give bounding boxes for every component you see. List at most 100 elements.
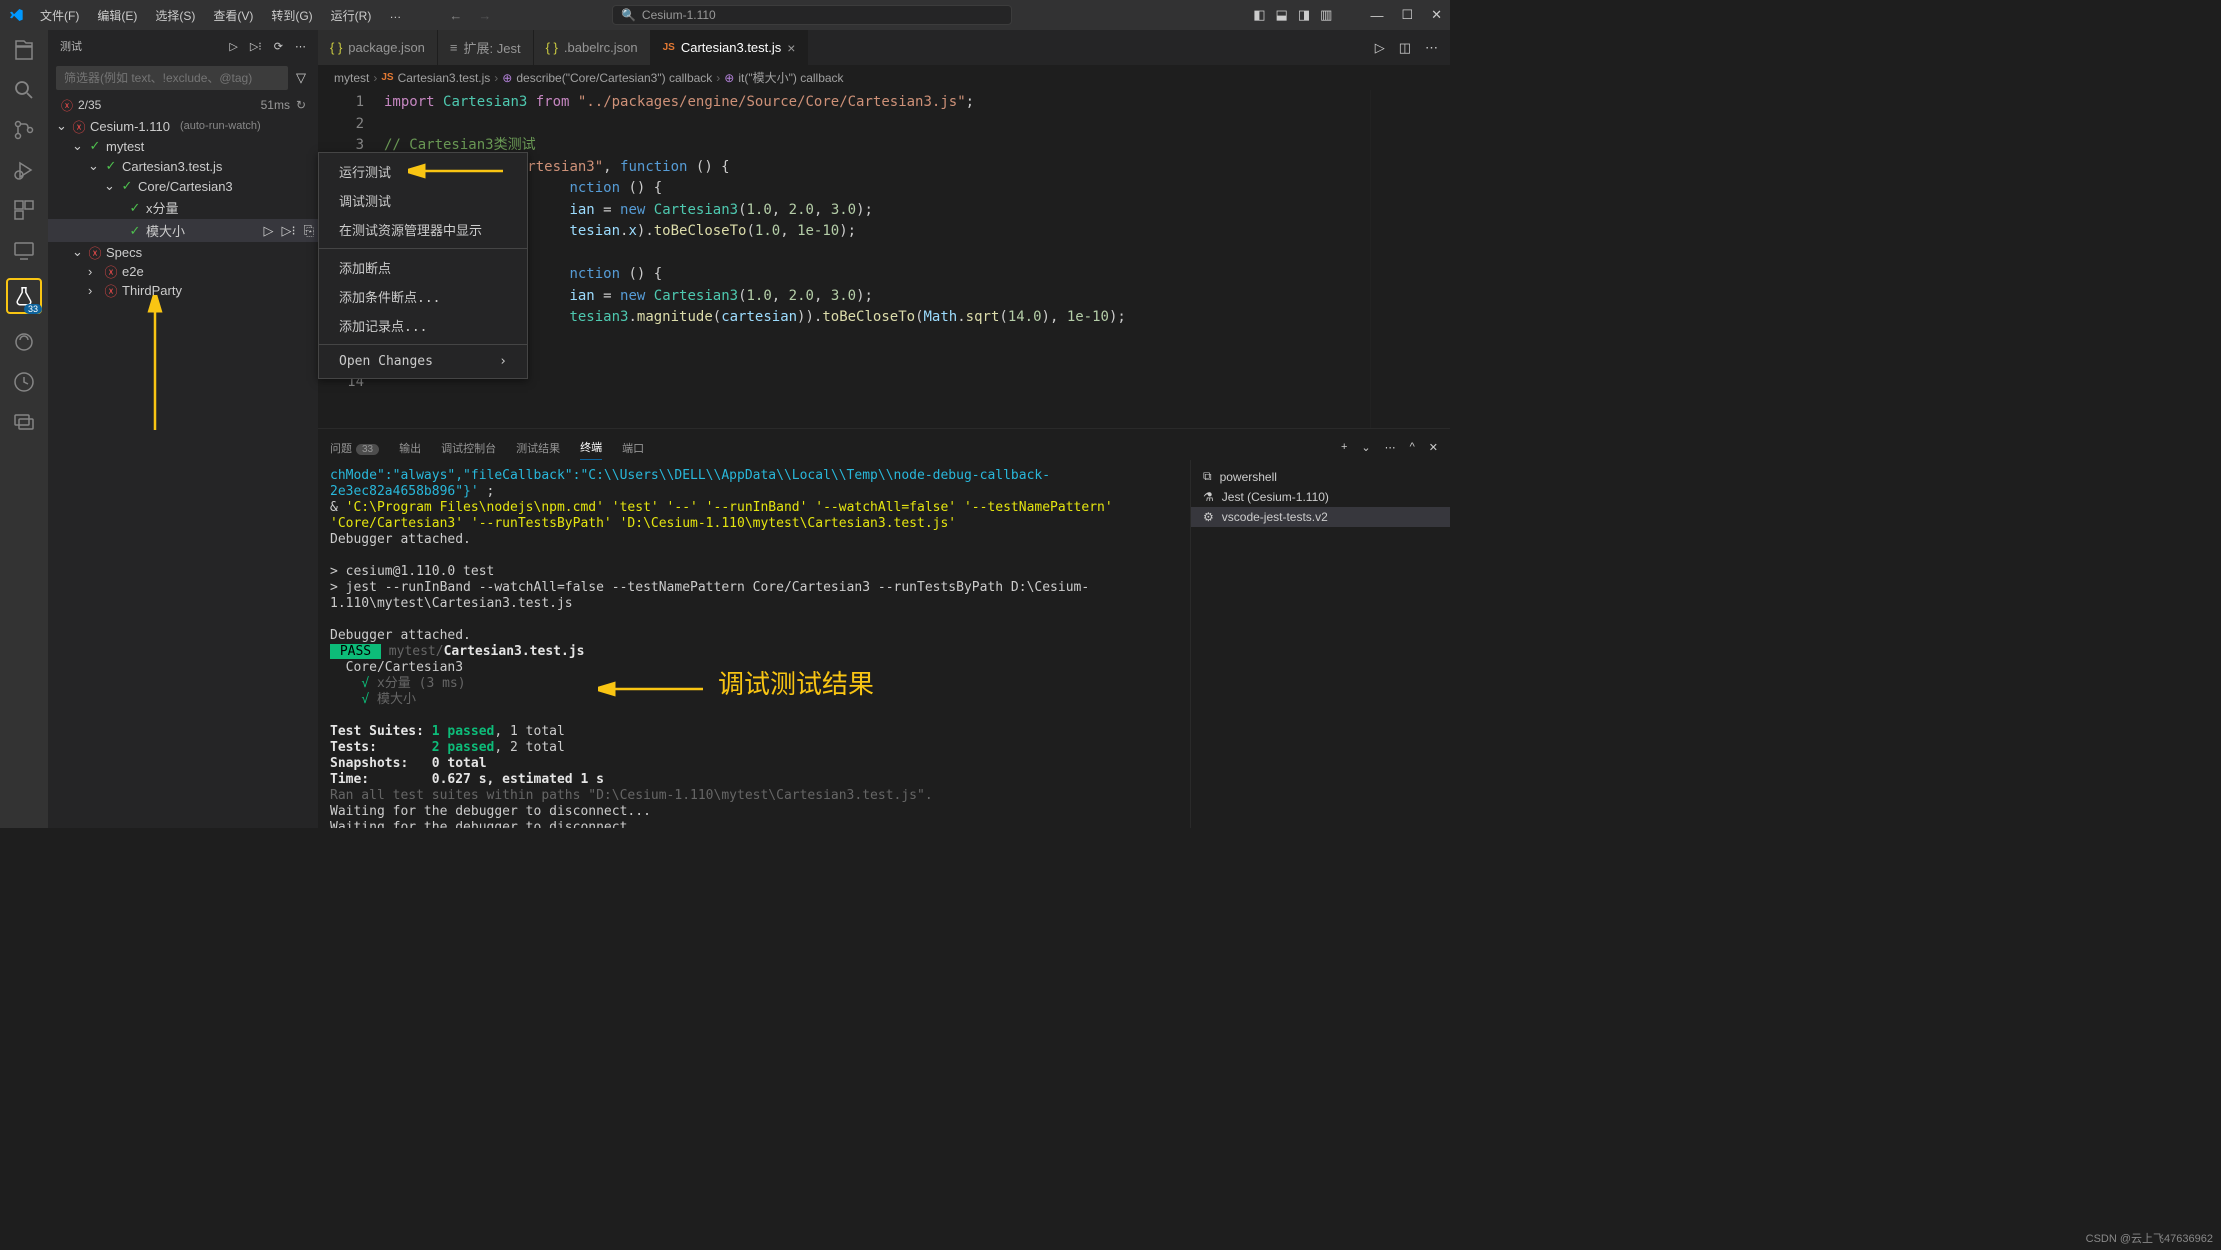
comments-icon[interactable] bbox=[12, 410, 36, 434]
menu-debug-test[interactable]: 调试测试 bbox=[319, 186, 527, 215]
goto-test-icon[interactable]: ⎘ bbox=[304, 223, 314, 239]
nav-forward-icon[interactable]: → bbox=[478, 8, 491, 23]
command-center[interactable]: 🔍 Cesium-1.110 bbox=[612, 5, 1012, 25]
copilot-icon[interactable] bbox=[12, 330, 36, 354]
panel-tab-terminal[interactable]: 终端 bbox=[580, 435, 602, 460]
testing-icon[interactable]: 33 bbox=[6, 278, 42, 314]
run-test-icon[interactable]: ▷ bbox=[263, 223, 273, 239]
tree-file[interactable]: ⌄ ✓ Cartesian3.test.js bbox=[48, 156, 318, 176]
extensions-icon[interactable] bbox=[12, 198, 36, 222]
terminal-jest[interactable]: ⚗ Jest (Cesium-1.110) bbox=[1191, 487, 1450, 507]
menu-run[interactable]: 运行(R) bbox=[323, 3, 380, 28]
menu-add-cond-breakpoint[interactable]: 添加条件断点... bbox=[319, 282, 527, 311]
more-icon[interactable]: ⋯ bbox=[295, 40, 306, 53]
search-text: Cesium-1.110 bbox=[642, 8, 716, 22]
menu-open-changes[interactable]: Open Changes› bbox=[319, 349, 527, 374]
rerun-icon[interactable]: ↻ bbox=[296, 98, 306, 112]
new-terminal-icon[interactable]: + bbox=[1341, 441, 1347, 454]
menu-go[interactable]: 转到(G) bbox=[263, 3, 320, 28]
pass-icon: ✓ bbox=[128, 201, 142, 215]
tree-label: Cartesian3.test.js bbox=[122, 159, 222, 174]
filter-input[interactable] bbox=[56, 66, 288, 90]
tree-hint: (auto-run-watch) bbox=[180, 120, 261, 132]
tab-jest-extension[interactable]: ≡扩展: Jest bbox=[438, 30, 534, 65]
layout-customize-icon[interactable]: ▥ bbox=[1320, 7, 1332, 23]
tree-e2e[interactable]: › ⓧ e2e bbox=[48, 262, 318, 281]
terminal-powershell[interactable]: ⧉powershell bbox=[1191, 466, 1450, 487]
maximize-panel-icon[interactable]: ^ bbox=[1410, 441, 1415, 454]
menu-reveal-test[interactable]: 在测试资源管理器中显示 bbox=[319, 215, 527, 244]
tab-label: Cartesian3.test.js bbox=[681, 40, 781, 55]
nav-back-icon[interactable]: ← bbox=[449, 8, 462, 23]
refresh-icon[interactable]: ⟳ bbox=[274, 40, 283, 53]
panel-tab-problems[interactable]: 问题33 bbox=[330, 436, 379, 460]
activity-bar: 33 bbox=[0, 30, 48, 828]
pass-icon: ✓ bbox=[120, 179, 134, 193]
tree-root[interactable]: ⌄ ⓧ Cesium-1.110 (auto-run-watch) bbox=[48, 116, 318, 136]
tree-thirdparty[interactable]: › ⓧ ThirdParty bbox=[48, 281, 318, 300]
panel-tabs: 问题33 输出 调试控制台 测试结果 终端 端口 + ⌄ ⋯ ^ ✕ bbox=[318, 429, 1450, 460]
editor-area: { }package.json ≡扩展: Jest { }.babelrc.js… bbox=[318, 30, 1450, 828]
run-all-icon[interactable]: ▷ bbox=[229, 40, 237, 53]
flask-icon: ⚗ bbox=[1203, 490, 1214, 504]
remote-icon[interactable] bbox=[12, 238, 36, 262]
search-activity-icon[interactable] bbox=[12, 78, 36, 102]
crumb[interactable]: it("模大小") callback bbox=[738, 69, 843, 86]
close-icon[interactable]: ✕ bbox=[1431, 7, 1442, 23]
menu-bar: 文件(F) 编辑(E) 选择(S) 查看(V) 转到(G) 运行(R) … bbox=[32, 3, 409, 28]
layout-primary-icon[interactable]: ◧ bbox=[1253, 7, 1265, 23]
crumb[interactable]: describe("Core/Cartesian3") callback bbox=[516, 71, 712, 85]
terminal-vscode-jest[interactable]: ⚙vscode-jest-tests.v2 bbox=[1191, 507, 1450, 527]
fail-icon: ⓧ bbox=[104, 265, 118, 279]
panel-tab-output[interactable]: 输出 bbox=[399, 436, 421, 460]
tree-specs[interactable]: ⌄ ⓧ Specs bbox=[48, 242, 318, 262]
tab-package-json[interactable]: { }package.json bbox=[318, 30, 438, 65]
menu-edit[interactable]: 编辑(E) bbox=[89, 3, 145, 28]
terminal-name: powershell bbox=[1220, 470, 1277, 484]
crumb[interactable]: mytest bbox=[334, 71, 369, 85]
tree-test-x[interactable]: ✓ x分量 bbox=[48, 196, 318, 219]
breadcrumb[interactable]: mytest› JS Cartesian3.test.js› ⊕ describ… bbox=[318, 65, 1450, 90]
explorer-icon[interactable] bbox=[12, 38, 36, 62]
split-editor-icon[interactable]: ◫ bbox=[1399, 40, 1411, 56]
layout-secondary-icon[interactable]: ◨ bbox=[1298, 7, 1310, 23]
scm-icon[interactable] bbox=[12, 118, 36, 142]
crumb[interactable]: Cartesian3.test.js bbox=[398, 71, 491, 85]
debug-all-icon[interactable]: ▷⁝ bbox=[250, 40, 262, 53]
minimize-icon[interactable]: — bbox=[1370, 8, 1383, 23]
panel-tab-debug-console[interactable]: 调试控制台 bbox=[441, 436, 496, 460]
debug-test-icon[interactable]: ▷⁝ bbox=[281, 223, 295, 239]
minimap[interactable] bbox=[1370, 90, 1450, 428]
more-actions-icon[interactable]: ⋯ bbox=[1425, 40, 1438, 56]
close-tab-icon[interactable]: × bbox=[787, 40, 795, 56]
vscode-logo bbox=[8, 7, 24, 23]
test-tree: ⌄ ⓧ Cesium-1.110 (auto-run-watch) ⌄ ✓ my… bbox=[48, 116, 318, 828]
menu-add-logpoint[interactable]: 添加记录点... bbox=[319, 311, 527, 340]
menu-selection[interactable]: 选择(S) bbox=[147, 3, 203, 28]
panel-tab-test-results[interactable]: 测试结果 bbox=[516, 436, 560, 460]
tree-suite[interactable]: ⌄ ✓ Core/Cartesian3 bbox=[48, 176, 318, 196]
debug-icon[interactable] bbox=[12, 158, 36, 182]
code-editor[interactable]: ✓ ✓ ✓ 1234567891011121314 import Cartesi… bbox=[318, 90, 1450, 428]
terminal-output[interactable]: chMode":"always","fileCallback":"C:\\Use… bbox=[318, 460, 1190, 828]
tab-babelrc[interactable]: { }.babelrc.json bbox=[534, 30, 651, 65]
layout-panel-icon[interactable]: ⬓ bbox=[1276, 7, 1288, 23]
panel-tab-ports[interactable]: 端口 bbox=[622, 436, 644, 460]
menu-file[interactable]: 文件(F) bbox=[32, 3, 87, 28]
close-panel-icon[interactable]: ✕ bbox=[1429, 441, 1438, 454]
terminal-dropdown-icon[interactable]: ⌄ bbox=[1361, 441, 1370, 454]
tab-cartesian3-test[interactable]: JSCartesian3.test.js× bbox=[651, 30, 809, 65]
tree-mytest[interactable]: ⌄ ✓ mytest bbox=[48, 136, 318, 156]
menu-run-test[interactable]: 运行测试 bbox=[319, 157, 527, 186]
menu-add-breakpoint[interactable]: 添加断点 bbox=[319, 253, 527, 282]
problems-count: 33 bbox=[356, 444, 379, 455]
menu-view[interactable]: 查看(V) bbox=[205, 3, 261, 28]
menu-more[interactable]: … bbox=[381, 3, 409, 28]
timeline-icon[interactable] bbox=[12, 370, 36, 394]
more-icon[interactable]: ⋯ bbox=[1385, 441, 1396, 454]
tree-test-magnitude[interactable]: ✓ 模大小 ▷ ▷⁝ ⎘ bbox=[48, 219, 318, 242]
run-file-icon[interactable]: ▷ bbox=[1375, 40, 1385, 56]
maximize-icon[interactable]: ☐ bbox=[1401, 7, 1413, 23]
terminal-name: Jest (Cesium-1.110) bbox=[1222, 490, 1329, 504]
filter-icon[interactable]: ▽ bbox=[292, 66, 310, 90]
